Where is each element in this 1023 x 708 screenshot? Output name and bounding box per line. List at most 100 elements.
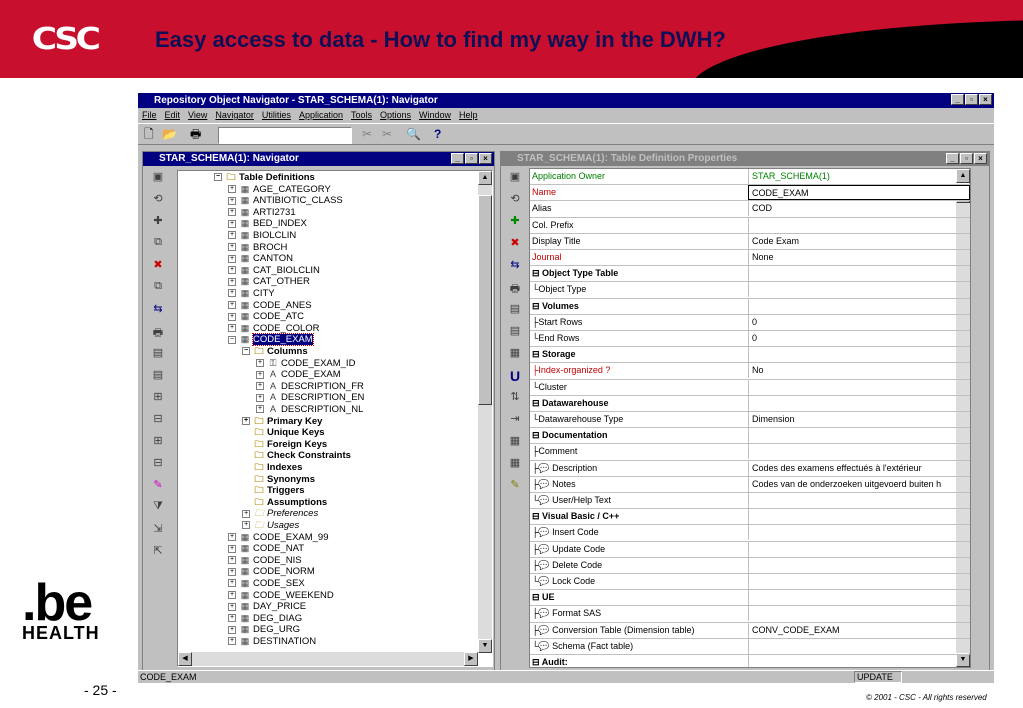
property-value[interactable]: 0 (748, 314, 970, 330)
expand-icon[interactable]: + (228, 591, 236, 600)
revert-icon[interactable]: ⟲ (145, 192, 171, 214)
prop-print-icon[interactable]: 🖶 (502, 280, 528, 302)
expand-icon[interactable]: + (256, 370, 264, 379)
print-icon[interactable]: 🖶 (190, 127, 201, 142)
property-value[interactable]: Codes des examens effectués à l'extérieu… (748, 460, 970, 476)
tree-node[interactable]: 🗀 Foreign Keys (242, 439, 327, 451)
property-row[interactable]: Display Title Code Exam (530, 233, 970, 250)
property-value[interactable] (748, 444, 970, 460)
property-value[interactable]: None (748, 250, 970, 265)
property-value[interactable]: COD (748, 201, 970, 217)
copy-object-icon[interactable]: ⧉ (145, 236, 171, 258)
expand-icon[interactable]: + (228, 243, 236, 252)
property-value[interactable]: Code Exam (748, 233, 970, 249)
property-row[interactable]: ├Index-organized ? No (530, 363, 970, 380)
find-icon[interactable]: 🔍 (406, 127, 421, 142)
tree-node[interactable]: + ⚿ CODE_EXAM_ID (256, 358, 355, 370)
menu-options[interactable]: Options (380, 108, 411, 123)
expand-icon[interactable]: + (228, 208, 236, 217)
property-row[interactable]: ├💬 Insert Code (530, 525, 970, 542)
property-value[interactable]: 0 (748, 331, 970, 346)
property-value[interactable] (748, 217, 970, 233)
tree-node[interactable]: + ▦ DEG_DIAG (228, 613, 302, 625)
property-value[interactable] (748, 395, 970, 411)
prop-move-icon[interactable]: ⇆ (502, 258, 528, 280)
nav-close-button[interactable]: × (479, 153, 492, 164)
menu-file[interactable]: File (142, 108, 157, 123)
property-row[interactable]: Application Owner STAR_SCHEMA(1) (530, 169, 970, 186)
prop-pin-icon[interactable]: ✎ (502, 478, 528, 500)
property-row[interactable]: └Cluster (530, 379, 970, 396)
tree-node[interactable]: + ▦ CODE_SEX (228, 578, 305, 590)
tree-node[interactable]: + ▦ CODE_WEEKEND (228, 590, 334, 602)
property-row[interactable]: └End Rows 0 (530, 331, 970, 348)
property-row[interactable]: ├💬 Update Code (530, 541, 970, 558)
prop-sheet-icon[interactable]: ▤ (502, 302, 528, 324)
nav-restore-button[interactable]: ▫ (465, 153, 478, 164)
cut-icon[interactable]: ✂ (362, 127, 372, 142)
print-object-icon[interactable]: 🖶 (145, 324, 171, 346)
tree-node[interactable]: 🗀 Synonyms (242, 474, 315, 486)
scroll-thumb[interactable] (478, 195, 492, 405)
property-value[interactable] (748, 655, 970, 667)
expand-icon[interactable]: + (228, 266, 236, 275)
nav-minimize-button[interactable]: _ (451, 153, 464, 164)
prop-grid-icon[interactable]: ▦ (502, 434, 528, 456)
tree-node[interactable]: + 🗀 Preferences (242, 508, 318, 520)
collapse-icon[interactable]: − (242, 347, 250, 356)
expand-icon[interactable]: + (228, 625, 236, 634)
menu-navigator[interactable]: Navigator (215, 108, 254, 123)
menu-view[interactable]: View (188, 108, 207, 123)
expand-icon[interactable]: + (228, 231, 236, 240)
property-row[interactable]: Alias COD (530, 201, 970, 218)
tree-hscrollbar[interactable]: ◀ ▶ (178, 652, 478, 666)
property-row[interactable]: ⊟ Volumes (530, 298, 970, 315)
save-icon[interactable]: ▣ (145, 170, 171, 192)
prop-minimize-button[interactable]: _ (946, 153, 959, 164)
property-value[interactable]: STAR_SCHEMA(1) (748, 169, 970, 184)
property-row[interactable]: ├Start Rows 0 (530, 314, 970, 331)
search-combo[interactable] (218, 127, 352, 144)
property-value[interactable] (748, 282, 970, 298)
expand-icon[interactable]: + (256, 393, 264, 402)
mark-icon[interactable]: ✎ (145, 478, 171, 500)
property-value[interactable] (748, 638, 970, 654)
tree-node[interactable]: + ▦ CODE_NAT (228, 543, 304, 555)
tree-node[interactable]: 🗀 Unique Keys (242, 427, 324, 439)
property-value[interactable] (748, 493, 970, 508)
expand-icon[interactable]: + (228, 312, 236, 321)
expand-icon[interactable]: + (228, 533, 236, 542)
property-row[interactable]: ├💬 Delete Code (530, 557, 970, 574)
property-row[interactable]: └💬 Schema (Fact table) (530, 638, 970, 655)
property-value[interactable] (748, 266, 970, 282)
expand-icon[interactable]: + (242, 509, 250, 518)
property-row[interactable]: Journal None (530, 250, 970, 267)
tree-node[interactable]: + ▦ CODE_ATC (228, 311, 304, 323)
expand-icon[interactable]: + (256, 405, 264, 414)
property-value[interactable] (748, 557, 970, 573)
property-row[interactable]: ├Comment (530, 444, 970, 461)
tree-node[interactable]: + ▦ BED_INDEX (228, 218, 307, 230)
tree-node[interactable]: + ▦ CAT_OTHER (228, 276, 310, 288)
close-button[interactable]: × (979, 94, 992, 105)
property-value[interactable] (748, 574, 970, 589)
expand-icon[interactable]: + (256, 359, 264, 368)
property-row[interactable]: ├💬 Notes Codes van de onderzoeken uitgevo… (530, 476, 970, 493)
properties-titlebar[interactable]: STAR_SCHEMA(1): Table Definition Propert… (501, 152, 989, 166)
tree-node[interactable]: + 🗀 Primary Key (242, 416, 322, 428)
tree-node[interactable]: − 🗀 Columns (242, 346, 308, 358)
tree-node[interactable]: 🗀 Triggers (242, 485, 304, 497)
property-row[interactable]: └💬 Lock Code (530, 574, 970, 591)
property-value[interactable] (748, 428, 970, 444)
property-value[interactable] (748, 541, 970, 557)
prop-create-icon[interactable]: ✚ (502, 214, 528, 236)
expand-icon[interactable]: ⊞ (145, 390, 171, 412)
expand-icon[interactable]: + (256, 382, 264, 391)
expand-icon[interactable]: + (228, 637, 236, 646)
menu-application[interactable]: Application (299, 108, 343, 123)
property-row[interactable]: └Object Type (530, 282, 970, 299)
tree-node[interactable]: + A DESCRIPTION_EN (256, 392, 364, 404)
scroll-left-button[interactable]: ◀ (178, 652, 192, 666)
tree-node[interactable]: − 🗀 Table Definitions (214, 172, 315, 184)
property-row[interactable]: ├💬 Format SAS (530, 606, 970, 623)
